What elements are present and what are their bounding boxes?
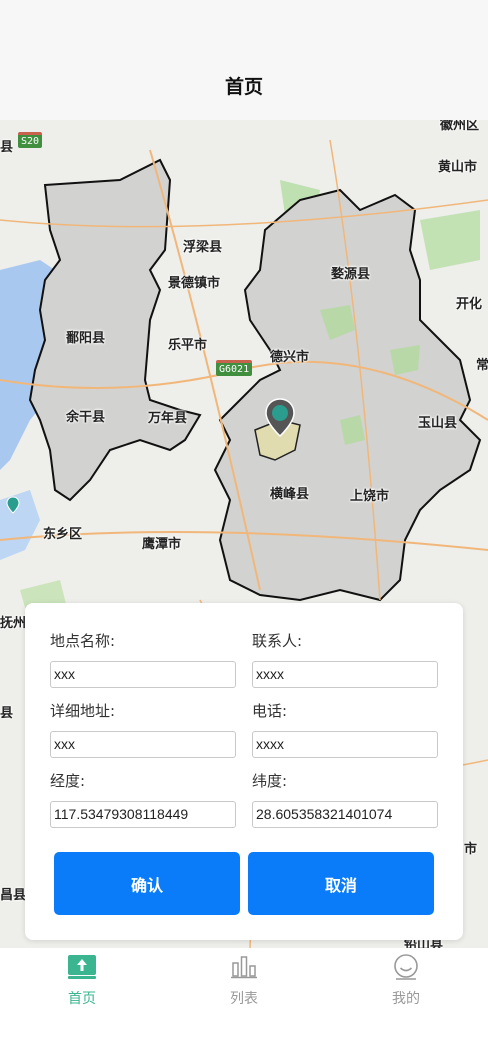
cancel-button[interactable]: 取消 [248, 852, 434, 915]
map-label: 东乡区 [43, 527, 83, 542]
map-label: 县 [0, 140, 14, 155]
map-label: 婺源县 [331, 267, 371, 282]
map-label: 横峰县 [270, 487, 310, 502]
phone-input[interactable]: xxxx [252, 731, 438, 758]
small-pin-icon [6, 496, 20, 514]
tab-mine-label: 我的 [392, 991, 420, 1007]
contact-input[interactable]: xxxx [252, 661, 438, 688]
home-upload-icon [32, 952, 132, 982]
map-label: 玉山县 [418, 416, 458, 431]
name-label: 地点名称: [50, 632, 116, 650]
location-form-panel: 地点名称: xxx 联系人: xxxx 详细地址: xxx 电话: xxxx 经… [25, 603, 463, 940]
highway-shield: S20 [18, 132, 43, 148]
map-label: 余干县 [66, 410, 106, 425]
phone-field: 电话: xxxx [252, 700, 438, 758]
map-label: 浮梁县 [183, 240, 223, 255]
map-label: 黄山市 [438, 160, 478, 175]
map-label: 万年县 [148, 411, 188, 426]
map-label: 徽州区 [440, 120, 480, 133]
phone-label: 电话: [252, 702, 288, 720]
longitude-label: 经度: [50, 772, 86, 790]
map-label: 景德镇市 [168, 276, 221, 291]
name-input[interactable]: xxx [50, 661, 236, 688]
highway-shield: G6021 [216, 360, 253, 376]
address-field: 详细地址: xxx [50, 700, 236, 758]
latitude-input[interactable]: 28.605358321401074 [252, 801, 438, 828]
tab-home[interactable]: 首页 [32, 952, 132, 1008]
map-label: 昌县 [0, 888, 27, 903]
longitude-field: 经度: 117.53479308118449 [50, 770, 236, 828]
smiley-face-icon [356, 952, 456, 982]
tab-list-label: 列表 [230, 991, 258, 1007]
longitude-input[interactable]: 117.53479308118449 [50, 801, 236, 828]
location-pin-icon[interactable] [264, 398, 296, 438]
map-label: 市 [464, 842, 478, 857]
confirm-button[interactable]: 确认 [54, 852, 240, 915]
map-label: 常 [476, 358, 488, 373]
tab-list[interactable]: 列表 [194, 952, 294, 1008]
map-label: 鄱阳县 [66, 331, 106, 346]
name-field: 地点名称: xxx [50, 630, 236, 688]
map-label: 乐平市 [168, 338, 208, 353]
tab-home-label: 首页 [68, 991, 96, 1007]
page-title: 首页 [224, 76, 263, 98]
contact-field: 联系人: xxxx [252, 630, 438, 688]
map-label: 上饶市 [350, 489, 390, 504]
map-label: 开化 [456, 297, 483, 312]
address-label: 详细地址: [50, 702, 116, 720]
map-label: 鹰潭市 [142, 537, 182, 552]
map-label: 德兴市 [270, 350, 310, 365]
tab-mine[interactable]: 我的 [356, 952, 456, 1008]
latitude-label: 纬度: [252, 772, 288, 790]
map-label: 县 [0, 706, 14, 721]
address-input[interactable]: xxx [50, 731, 236, 758]
bar-chart-icon [194, 952, 294, 982]
bottom-tab-bar: 首页 列表 我的 [0, 948, 488, 1055]
contact-label: 联系人: [252, 632, 303, 650]
latitude-field: 纬度: 28.605358321401074 [252, 770, 438, 828]
nav-header: 首页 [0, 0, 488, 120]
